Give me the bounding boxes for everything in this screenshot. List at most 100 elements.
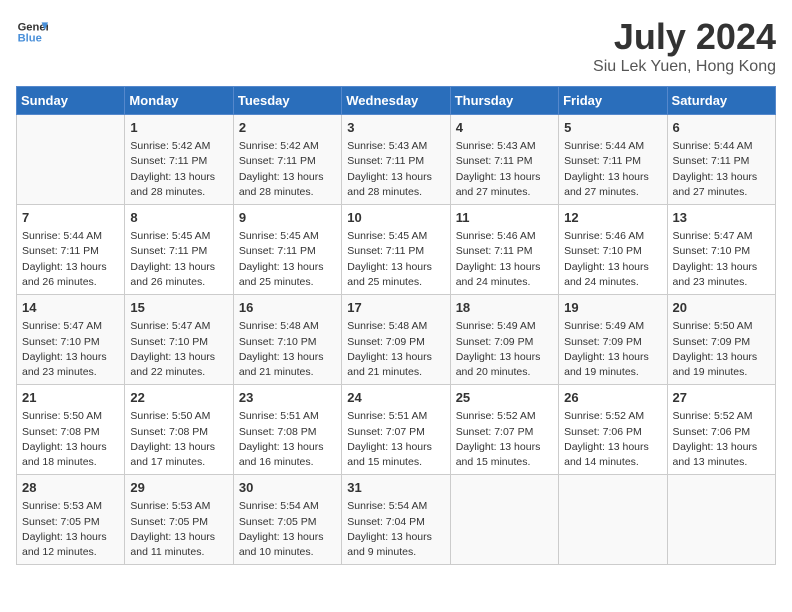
calendar-week-row: 21Sunrise: 5:50 AMSunset: 7:08 PMDayligh… bbox=[17, 385, 776, 475]
day-info: Sunrise: 5:42 AMSunset: 7:11 PMDaylight:… bbox=[239, 139, 336, 200]
calendar-header: SundayMondayTuesdayWednesdayThursdayFrid… bbox=[17, 87, 776, 115]
weekday-header-wednesday: Wednesday bbox=[342, 87, 450, 115]
day-number: 1 bbox=[130, 119, 227, 137]
day-number: 24 bbox=[347, 389, 444, 407]
calendar-week-row: 1 Sunrise: 5:42 AMSunset: 7:11 PMDaylight… bbox=[17, 115, 776, 205]
day-number: 17 bbox=[347, 299, 444, 317]
page-header: General Blue July 2024 Siu Lek Yuen, Hon… bbox=[16, 16, 776, 76]
day-info: Sunrise: 5:51 AMSunset: 7:08 PMDaylight:… bbox=[239, 409, 336, 470]
logo: General Blue bbox=[16, 16, 48, 48]
calendar-cell: 12Sunrise: 5:46 AMSunset: 7:10 PMDayligh… bbox=[559, 205, 667, 295]
calendar-cell: 23 Sunrise: 5:51 AMSunset: 7:08 PMDayligh… bbox=[233, 385, 341, 475]
day-info: Sunrise: 5:49 AMSunset: 7:09 PMDaylight:… bbox=[456, 319, 553, 380]
day-number: 23 bbox=[239, 389, 336, 407]
calendar-cell: 28 Sunrise: 5:53 AMSunset: 7:05 PMDayligh… bbox=[17, 475, 125, 565]
calendar-body: 1 Sunrise: 5:42 AMSunset: 7:11 PMDaylight… bbox=[17, 115, 776, 565]
svg-text:Blue: Blue bbox=[18, 33, 42, 45]
day-number: 13 bbox=[673, 209, 770, 227]
day-info: Sunrise: 5:48 AMSunset: 7:09 PMDaylight:… bbox=[347, 319, 444, 380]
weekday-header-thursday: Thursday bbox=[450, 87, 558, 115]
day-number: 7 bbox=[22, 209, 119, 227]
logo-icon: General Blue bbox=[16, 16, 48, 48]
day-number: 28 bbox=[22, 479, 119, 497]
day-info: Sunrise: 5:54 AMSunset: 7:04 PMDaylight:… bbox=[347, 499, 444, 560]
calendar-cell: 2 Sunrise: 5:42 AMSunset: 7:11 PMDaylight… bbox=[233, 115, 341, 205]
calendar-cell: 3Sunrise: 5:43 AMSunset: 7:11 PMDaylight… bbox=[342, 115, 450, 205]
calendar-cell: 7Sunrise: 5:44 AMSunset: 7:11 PMDaylight… bbox=[17, 205, 125, 295]
day-info: Sunrise: 5:43 AMSunset: 7:11 PMDaylight:… bbox=[456, 139, 553, 200]
day-number: 10 bbox=[347, 209, 444, 227]
day-info: Sunrise: 5:52 AMSunset: 7:07 PMDaylight:… bbox=[456, 409, 553, 470]
weekday-header-friday: Friday bbox=[559, 87, 667, 115]
calendar-cell: 17 Sunrise: 5:48 AMSunset: 7:09 PMDayligh… bbox=[342, 295, 450, 385]
weekday-header-monday: Monday bbox=[125, 87, 233, 115]
calendar-cell: 31 Sunrise: 5:54 AMSunset: 7:04 PMDayligh… bbox=[342, 475, 450, 565]
day-number: 27 bbox=[673, 389, 770, 407]
calendar-cell: 30 Sunrise: 5:54 AMSunset: 7:05 PMDayligh… bbox=[233, 475, 341, 565]
calendar-cell: 15 Sunrise: 5:47 AMSunset: 7:10 PMDayligh… bbox=[125, 295, 233, 385]
day-number: 22 bbox=[130, 389, 227, 407]
month-year-title: July 2024 bbox=[593, 16, 776, 58]
calendar-week-row: 14 Sunrise: 5:47 AMSunset: 7:10 PMDayligh… bbox=[17, 295, 776, 385]
day-number: 16 bbox=[239, 299, 336, 317]
day-info: Sunrise: 5:44 AMSunset: 7:11 PMDaylight:… bbox=[673, 139, 770, 200]
calendar-cell bbox=[559, 475, 667, 565]
calendar-cell: 25 Sunrise: 5:52 AMSunset: 7:07 PMDayligh… bbox=[450, 385, 558, 475]
day-info: Sunrise: 5:45 AMSunset: 7:11 PMDaylight:… bbox=[239, 229, 336, 290]
day-info: Sunrise: 5:52 AMSunset: 7:06 PMDaylight:… bbox=[564, 409, 661, 470]
day-info: Sunrise: 5:44 AMSunset: 7:11 PMDaylight:… bbox=[564, 139, 661, 200]
day-number: 5 bbox=[564, 119, 661, 137]
calendar-cell: 1Sunrise: 5:42 AMSunset: 7:11 PMDaylight… bbox=[125, 115, 233, 205]
calendar-cell: 10 Sunrise: 5:45 AMSunset: 7:11 PMDayligh… bbox=[342, 205, 450, 295]
day-info: Sunrise: 5:45 AMSunset: 7:11 PMDaylight:… bbox=[130, 229, 227, 290]
day-number: 4 bbox=[456, 119, 553, 137]
calendar-cell: 24 Sunrise: 5:51 AMSunset: 7:07 PMDayligh… bbox=[342, 385, 450, 475]
day-number: 6 bbox=[673, 119, 770, 137]
day-info: Sunrise: 5:46 AMSunset: 7:10 PMDaylight:… bbox=[564, 229, 661, 290]
calendar-week-row: 28 Sunrise: 5:53 AMSunset: 7:05 PMDayligh… bbox=[17, 475, 776, 565]
calendar-cell: 26 Sunrise: 5:52 AMSunset: 7:06 PMDayligh… bbox=[559, 385, 667, 475]
day-info: Sunrise: 5:47 AMSunset: 7:10 PMDaylight:… bbox=[22, 319, 119, 380]
day-number: 25 bbox=[456, 389, 553, 407]
day-number: 3 bbox=[347, 119, 444, 137]
calendar-week-row: 7Sunrise: 5:44 AMSunset: 7:11 PMDaylight… bbox=[17, 205, 776, 295]
day-number: 8 bbox=[130, 209, 227, 227]
day-info: Sunrise: 5:50 AMSunset: 7:08 PMDaylight:… bbox=[130, 409, 227, 470]
calendar-cell: 8 Sunrise: 5:45 AMSunset: 7:11 PMDaylight… bbox=[125, 205, 233, 295]
day-number: 26 bbox=[564, 389, 661, 407]
day-number: 2 bbox=[239, 119, 336, 137]
day-number: 30 bbox=[239, 479, 336, 497]
day-number: 31 bbox=[347, 479, 444, 497]
calendar-cell: 21Sunrise: 5:50 AMSunset: 7:08 PMDayligh… bbox=[17, 385, 125, 475]
day-info: Sunrise: 5:47 AMSunset: 7:10 PMDaylight:… bbox=[673, 229, 770, 290]
calendar-cell: 16Sunrise: 5:48 AMSunset: 7:10 PMDayligh… bbox=[233, 295, 341, 385]
day-info: Sunrise: 5:51 AMSunset: 7:07 PMDaylight:… bbox=[347, 409, 444, 470]
day-number: 9 bbox=[239, 209, 336, 227]
day-info: Sunrise: 5:45 AMSunset: 7:11 PMDaylight:… bbox=[347, 229, 444, 290]
calendar-cell: 6 Sunrise: 5:44 AMSunset: 7:11 PMDaylight… bbox=[667, 115, 775, 205]
day-number: 11 bbox=[456, 209, 553, 227]
day-info: Sunrise: 5:53 AMSunset: 7:05 PMDaylight:… bbox=[22, 499, 119, 560]
location-subtitle: Siu Lek Yuen, Hong Kong bbox=[593, 58, 776, 76]
calendar-cell: 27 Sunrise: 5:52 AMSunset: 7:06 PMDayligh… bbox=[667, 385, 775, 475]
weekday-header-tuesday: Tuesday bbox=[233, 87, 341, 115]
day-info: Sunrise: 5:54 AMSunset: 7:05 PMDaylight:… bbox=[239, 499, 336, 560]
day-info: Sunrise: 5:52 AMSunset: 7:06 PMDaylight:… bbox=[673, 409, 770, 470]
calendar-cell: 5 Sunrise: 5:44 AMSunset: 7:11 PMDaylight… bbox=[559, 115, 667, 205]
day-number: 20 bbox=[673, 299, 770, 317]
day-info: Sunrise: 5:47 AMSunset: 7:10 PMDaylight:… bbox=[130, 319, 227, 380]
day-info: Sunrise: 5:46 AMSunset: 7:11 PMDaylight:… bbox=[456, 229, 553, 290]
weekday-header-sunday: Sunday bbox=[17, 87, 125, 115]
calendar-cell bbox=[450, 475, 558, 565]
day-info: Sunrise: 5:50 AMSunset: 7:08 PMDaylight:… bbox=[22, 409, 119, 470]
day-number: 15 bbox=[130, 299, 227, 317]
day-number: 19 bbox=[564, 299, 661, 317]
day-number: 29 bbox=[130, 479, 227, 497]
calendar-cell: 29Sunrise: 5:53 AMSunset: 7:05 PMDayligh… bbox=[125, 475, 233, 565]
calendar-cell: 14 Sunrise: 5:47 AMSunset: 7:10 PMDayligh… bbox=[17, 295, 125, 385]
calendar-cell bbox=[17, 115, 125, 205]
weekday-header-row: SundayMondayTuesdayWednesdayThursdayFrid… bbox=[17, 87, 776, 115]
day-number: 14 bbox=[22, 299, 119, 317]
weekday-header-saturday: Saturday bbox=[667, 87, 775, 115]
day-info: Sunrise: 5:49 AMSunset: 7:09 PMDaylight:… bbox=[564, 319, 661, 380]
